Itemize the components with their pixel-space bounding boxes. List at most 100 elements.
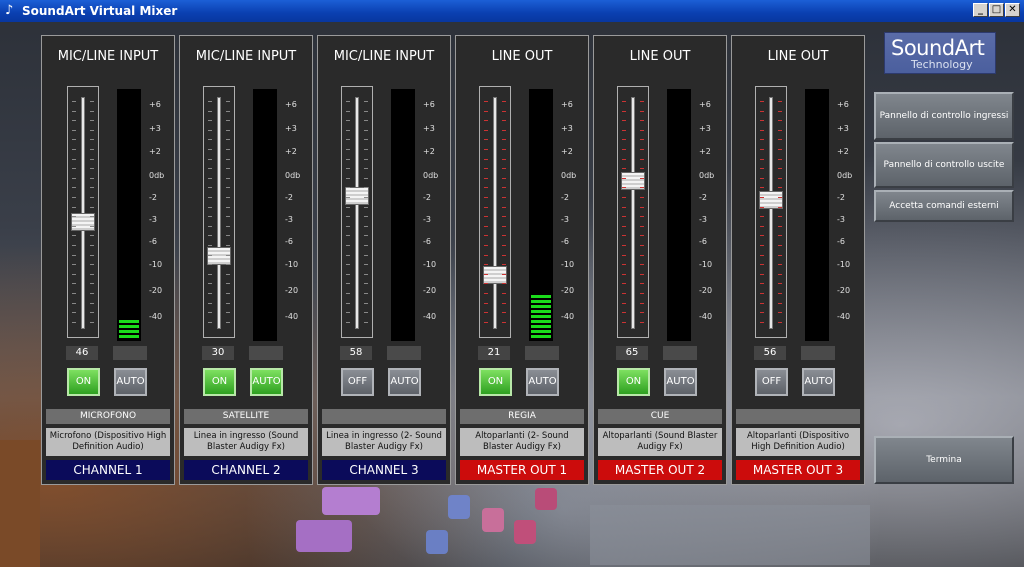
meter-bar: [531, 305, 551, 308]
fader-tick: [622, 216, 626, 218]
db-scale-label: -20: [837, 286, 851, 295]
device-description: Linea in ingresso (2- Sound Blaster Audi…: [322, 428, 446, 456]
level-value-secondary: [387, 346, 421, 360]
db-scale-label: -40: [699, 312, 713, 321]
fader-tick: [778, 139, 782, 141]
meter-bar: [531, 335, 551, 338]
fader-track[interactable]: [67, 86, 99, 338]
maximize-button[interactable]: □: [989, 3, 1004, 17]
close-button[interactable]: ✕: [1005, 3, 1020, 17]
fader-tick: [622, 158, 626, 160]
fader-tick: [90, 283, 94, 285]
db-scale-label: +2: [699, 147, 711, 156]
fader-tick: [72, 158, 76, 160]
fader-tick: [502, 177, 506, 179]
db-scale-label: +3: [699, 124, 711, 133]
channel-strip-3: MIC/LINE INPUT +6 +3 +2 0db -2 -3 -6 -10 -20 -40 …: [317, 35, 451, 485]
fader-tick: [208, 177, 212, 179]
auto-button[interactable]: AUTO: [526, 368, 559, 396]
on-button[interactable]: ON: [617, 368, 650, 396]
fader-tick: [760, 264, 764, 266]
fader-tick: [208, 245, 212, 246]
db-scale-label: -3: [561, 215, 569, 224]
fader-tick: [72, 149, 76, 150]
fader-tick: [640, 312, 644, 314]
fader-tick: [346, 158, 350, 160]
fader-tick: [346, 283, 350, 285]
db-scale-label: 0db: [699, 171, 715, 180]
fader-tick: [226, 283, 230, 285]
fader-tick: [72, 235, 76, 237]
db-scale-label: -10: [837, 260, 851, 269]
db-scale-label: -20: [285, 286, 299, 295]
channel-strip-1: MIC/LINE INPUT +6 +3 +2 0db -2 -3 -6 -10 -20 -40 …: [41, 35, 175, 485]
fader-knob[interactable]: [483, 266, 507, 285]
channel-name: [322, 409, 446, 424]
fader-tick: [502, 129, 506, 131]
db-scale-label: +3: [423, 124, 435, 133]
on-button[interactable]: ON: [203, 368, 236, 396]
strip-title: MIC/LINE INPUT: [195, 49, 297, 64]
fader-tick: [208, 149, 212, 150]
channel-name: REGIA: [460, 409, 584, 424]
fader-knob[interactable]: [207, 246, 231, 265]
on-button[interactable]: ON: [479, 368, 512, 396]
fader-tick: [208, 264, 212, 266]
fader-tick: [90, 245, 94, 246]
auto-button[interactable]: AUTO: [250, 368, 283, 396]
background-pad: [426, 530, 448, 554]
fader-tick: [364, 129, 368, 131]
fader-tick: [622, 312, 626, 314]
fader-tick: [778, 302, 782, 304]
db-scale-label: 0db: [285, 171, 301, 180]
outputs-control-panel-button[interactable]: Pannello di controllo uscite: [874, 142, 1014, 188]
fader-tick: [72, 206, 76, 208]
fader-track[interactable]: [341, 86, 373, 338]
fader-tick: [364, 101, 368, 102]
db-scale-label: +2: [561, 147, 573, 156]
fader-tick: [484, 177, 488, 179]
auto-button[interactable]: AUTO: [664, 368, 697, 396]
fader-tick: [346, 312, 350, 314]
on-button[interactable]: ON: [67, 368, 100, 396]
fader-tick: [346, 129, 350, 131]
fader-tick: [226, 120, 230, 122]
quit-button[interactable]: Termina: [874, 436, 1014, 484]
fader-slot: [631, 97, 635, 329]
fader-track[interactable]: [617, 86, 649, 338]
fader-tick: [622, 129, 626, 131]
minimize-button[interactable]: _: [973, 3, 988, 17]
fader-tick: [208, 110, 212, 112]
fader-tick: [90, 302, 94, 304]
fader-track[interactable]: [203, 86, 235, 338]
channel-label: CHANNEL 3: [322, 460, 446, 480]
db-scale-label: +2: [837, 147, 849, 156]
fader-tick: [72, 245, 76, 246]
fader-tick: [502, 216, 506, 218]
db-scale-label: -2: [285, 193, 293, 202]
auto-button[interactable]: AUTO: [114, 368, 147, 396]
fader-tick: [640, 177, 644, 179]
auto-button[interactable]: AUTO: [802, 368, 835, 396]
fader-tick: [502, 158, 506, 160]
fader-knob[interactable]: [345, 186, 369, 205]
background-pad: [448, 495, 470, 519]
auto-button[interactable]: AUTO: [388, 368, 421, 396]
fader-tick: [226, 235, 230, 237]
level-meter: [391, 89, 415, 341]
fader-tick: [90, 293, 94, 294]
fader-tick: [90, 187, 94, 189]
off-button[interactable]: OFF: [755, 368, 788, 396]
meter-bar: [531, 310, 551, 313]
fader-tick: [226, 101, 230, 102]
fader-tick: [364, 302, 368, 304]
fader-tick: [622, 139, 626, 141]
fader-track[interactable]: [479, 86, 511, 338]
off-button[interactable]: OFF: [341, 368, 374, 396]
external-commands-button[interactable]: Accetta comandi esterni: [874, 190, 1014, 222]
db-scale-label: -6: [423, 237, 431, 246]
fader-track[interactable]: [755, 86, 787, 338]
inputs-control-panel-button[interactable]: Pannello di controllo ingressi: [874, 92, 1014, 140]
fader-tick: [502, 120, 506, 122]
meter-bar: [119, 320, 139, 323]
